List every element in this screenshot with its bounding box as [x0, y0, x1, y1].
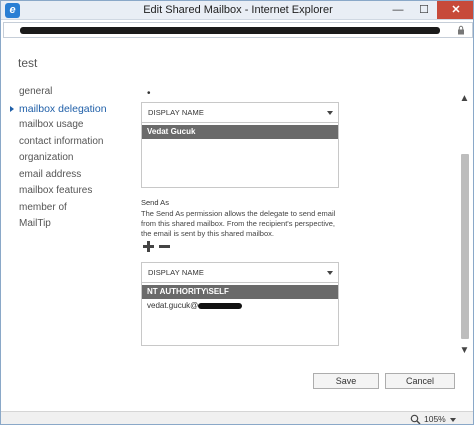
send-as-list[interactable]: DISPLAY NAME NT AUTHORITY\SELF vedat.guc… [141, 262, 339, 346]
maximize-button[interactable]: ☐ [411, 1, 437, 19]
nav-item-general[interactable]: general [9, 84, 134, 101]
full-access-list[interactable]: DISPLAY NAME Vedat Gucuk [141, 102, 339, 188]
redacted-domain [198, 303, 242, 309]
nav-item-label: organization [19, 152, 74, 163]
nav-item-label: general [19, 86, 53, 97]
column-header-display-name[interactable]: DISPLAY NAME [142, 103, 338, 123]
nav-item-contact-information[interactable]: contact information [9, 134, 134, 151]
full-access-bullet: • [147, 88, 151, 99]
send-as-description: The Send As permission allows the delega… [141, 209, 336, 238]
nav-item-label: mailbox features [19, 185, 93, 196]
column-header-display-name[interactable]: DISPLAY NAME [142, 263, 338, 283]
sidebar-nav: general mailbox delegation mailbox usage… [9, 84, 134, 233]
redacted-url [20, 27, 440, 34]
nav-item-organization[interactable]: organization [9, 150, 134, 167]
zoom-level[interactable]: 105% [424, 414, 446, 424]
nav-item-label: mailbox usage [19, 119, 84, 130]
chevron-down-icon[interactable] [450, 418, 456, 422]
list-item-label: vedat.gucuk@ [147, 301, 199, 310]
list-item[interactable]: vedat.gucuk@ [142, 299, 338, 313]
send-as-label: Send As [141, 198, 169, 207]
nav-item-label: contact information [19, 135, 104, 147]
nav-item-label: email address [19, 168, 82, 180]
ie-window: e Edit Shared Mailbox - Internet Explore… [0, 0, 474, 425]
page-title: test [18, 56, 38, 70]
save-button[interactable]: Save [313, 373, 379, 389]
minimize-button[interactable]: — [385, 1, 411, 19]
list-item[interactable]: NT AUTHORITY\SELF [142, 285, 338, 299]
scroll-down-button[interactable]: ▼ [459, 346, 470, 356]
scroll-up-button[interactable]: ▲ [459, 94, 470, 104]
address-bar[interactable] [3, 22, 473, 38]
close-button[interactable]: ✕ [437, 1, 473, 19]
sort-down-icon[interactable] [327, 111, 333, 115]
cancel-button[interactable]: Cancel [385, 373, 455, 389]
nav-item-mailtip[interactable]: MailTip [9, 216, 134, 233]
vertical-scrollbar[interactable]: ▲ ▼ [459, 94, 470, 364]
add-icon[interactable] [143, 241, 154, 252]
nav-item-label: member of [19, 201, 67, 213]
nav-item-mailbox-delegation[interactable]: mailbox delegation [9, 101, 134, 118]
nav-item-member-of[interactable]: member of [9, 200, 134, 217]
lock-icon [458, 25, 464, 35]
nav-item-label: mailbox delegation [19, 102, 107, 115]
remove-icon[interactable] [159, 245, 170, 248]
nav-item-label: MailTip [19, 218, 51, 229]
title-bar: e Edit Shared Mailbox - Internet Explore… [1, 1, 473, 20]
list-item[interactable]: Vedat Gucuk [142, 125, 338, 139]
sort-down-icon[interactable] [327, 271, 333, 275]
nav-item-mailbox-usage[interactable]: mailbox usage [9, 117, 134, 134]
nav-item-mailbox-features[interactable]: mailbox features [9, 183, 134, 200]
selected-arrow-icon [10, 105, 14, 112]
status-bar: 105% [1, 411, 473, 425]
zoom-icon[interactable] [410, 414, 421, 425]
column-header-label: DISPLAY NAME [148, 108, 204, 117]
nav-item-email-address[interactable]: email address [9, 167, 134, 184]
column-header-label: DISPLAY NAME [148, 268, 204, 277]
scroll-thumb[interactable] [461, 154, 469, 339]
